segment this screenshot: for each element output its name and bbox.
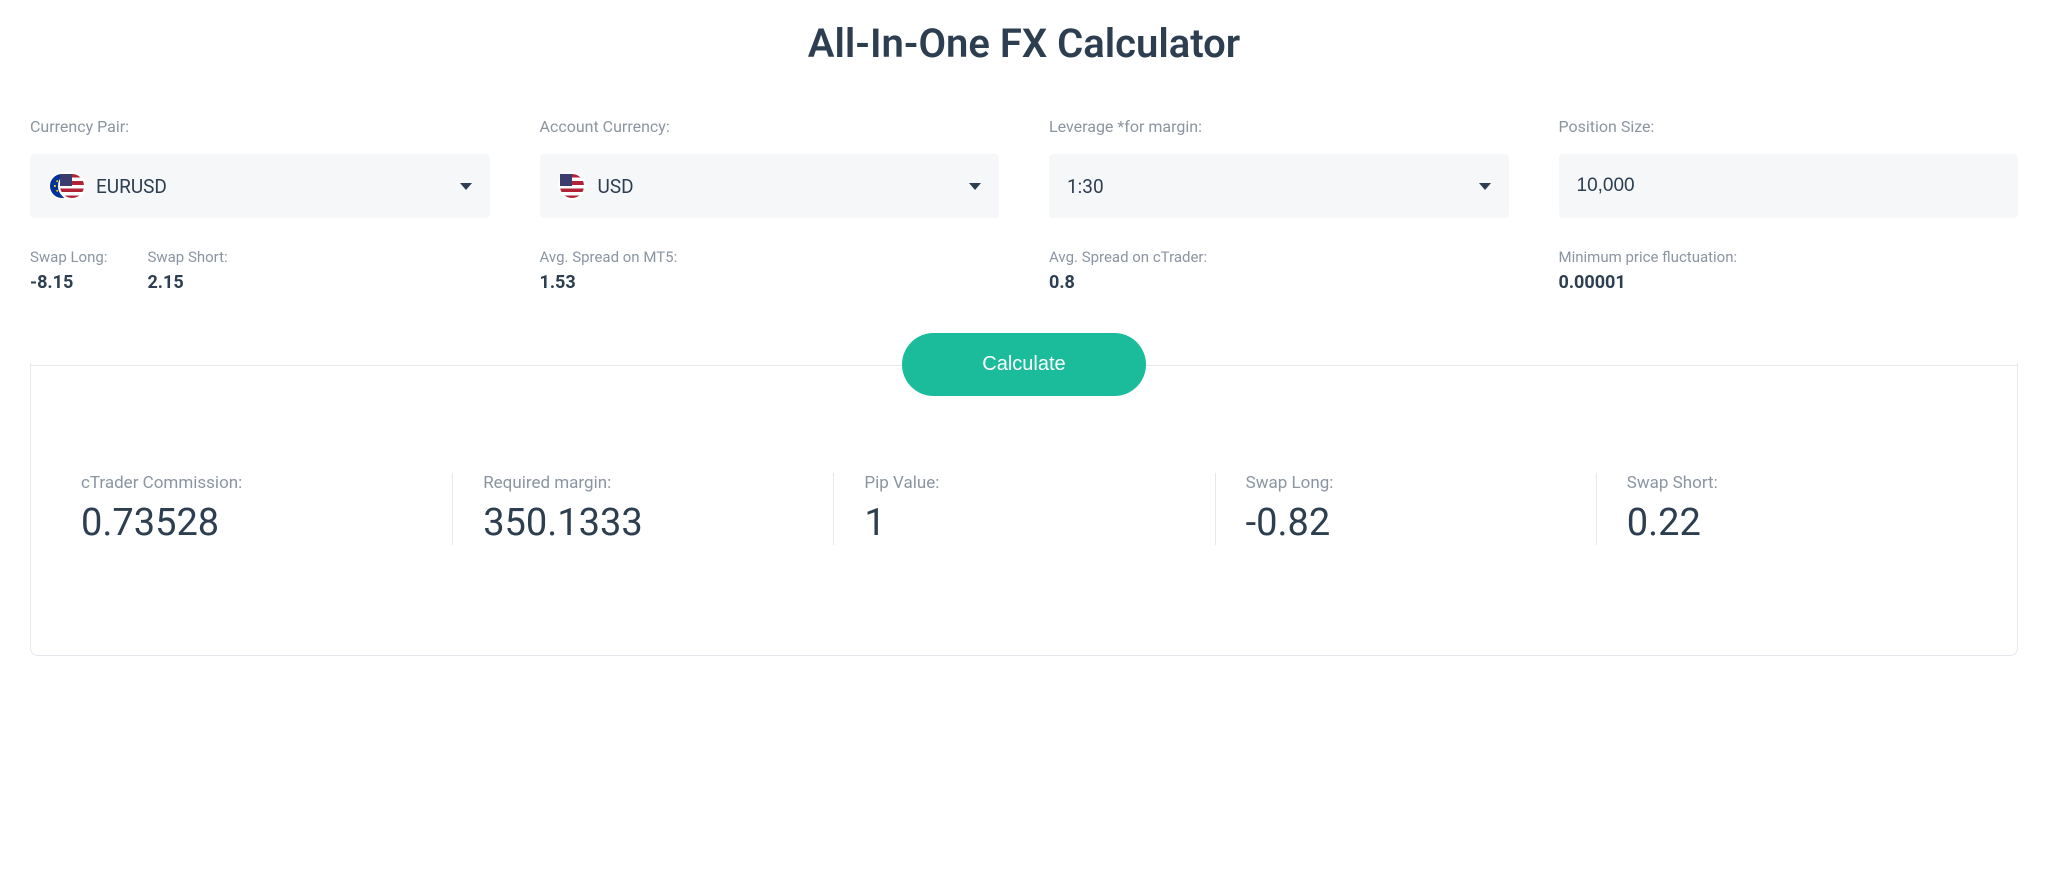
swap-long-value: -8.15 [30,272,107,293]
result-ctrader-commission-value: 0.73528 [81,501,422,545]
result-swap-short-label: Swap Short: [1627,473,1947,493]
currency-pair-label: Currency Pair: [30,117,490,136]
spread-ctrader-label: Avg. Spread on cTrader: [1049,248,1509,266]
result-required-margin: Required margin: 350.1333 [452,473,833,545]
result-pip-value: Pip Value: 1 [833,473,1214,545]
account-currency-label: Account Currency: [540,117,1000,136]
spread-ctrader-value: 0.8 [1049,272,1509,293]
result-swap-long-label: Swap Long: [1246,473,1566,493]
currency-pair-group: Currency Pair: EURUSD [30,117,490,218]
spread-ctrader-stat: Avg. Spread on cTrader: 0.8 [1049,248,1509,293]
leverage-value: 1:30 [1067,175,1104,198]
result-swap-short-value: 0.22 [1627,501,1947,545]
position-size-label: Position Size: [1559,117,2019,136]
result-required-margin-label: Required margin: [483,473,803,493]
swap-long-stat: Swap Long: -8.15 [30,248,107,293]
swap-short-value: 2.15 [147,272,227,293]
chevron-down-icon [460,183,472,190]
swap-stats-group: Swap Long: -8.15 Swap Short: 2.15 [30,248,490,293]
leverage-group: Leverage *for margin: 1:30 [1049,117,1509,218]
currency-pair-value: EURUSD [96,175,167,198]
result-pip-value-label: Pip Value: [864,473,1184,493]
position-size-group: Position Size: [1559,117,2019,218]
account-currency-select[interactable]: USD [540,154,1000,218]
calculate-button[interactable]: Calculate [902,333,1145,396]
spread-mt5-value: 1.53 [540,272,1000,293]
swap-long-label: Swap Long: [30,248,107,266]
spread-mt5-stat: Avg. Spread on MT5: 1.53 [540,248,1000,293]
result-swap-long: Swap Long: -0.82 [1215,473,1596,545]
result-swap-short: Swap Short: 0.22 [1596,473,1977,545]
result-required-margin-value: 350.1333 [483,501,803,545]
currency-pair-select[interactable]: EURUSD [30,154,490,218]
spread-mt5-label: Avg. Spread on MT5: [540,248,1000,266]
results-row: cTrader Commission: 0.73528 Required mar… [71,473,1977,545]
page-title: All-In-One FX Calculator [30,20,2018,67]
chevron-down-icon [969,183,981,190]
min-fluctuation-value: 0.00001 [1559,272,2019,293]
stats-row: Swap Long: -8.15 Swap Short: 2.15 Avg. S… [30,248,2018,293]
swap-short-stat: Swap Short: 2.15 [147,248,227,293]
results-box: cTrader Commission: 0.73528 Required mar… [30,363,2018,656]
position-size-input[interactable] [1559,154,2019,218]
result-ctrader-commission: cTrader Commission: 0.73528 [71,473,452,545]
account-currency-group: Account Currency: USD [540,117,1000,218]
account-currency-value: USD [598,175,634,198]
usd-flag-icon [558,172,586,200]
result-ctrader-commission-label: cTrader Commission: [81,473,422,493]
inputs-row: Currency Pair: EURUSD Account Currency: … [30,117,2018,218]
leverage-label: Leverage *for margin: [1049,117,1509,136]
min-fluctuation-label: Minimum price fluctuation: [1559,248,2019,266]
chevron-down-icon [1479,183,1491,190]
swap-short-label: Swap Short: [147,248,227,266]
calculate-section: Calculate [30,333,2018,396]
result-swap-long-value: -0.82 [1246,501,1566,545]
eur-usd-flag-icon [48,172,84,200]
min-fluctuation-stat: Minimum price fluctuation: 0.00001 [1559,248,2019,293]
leverage-select[interactable]: 1:30 [1049,154,1509,218]
result-pip-value-value: 1 [864,501,1184,545]
